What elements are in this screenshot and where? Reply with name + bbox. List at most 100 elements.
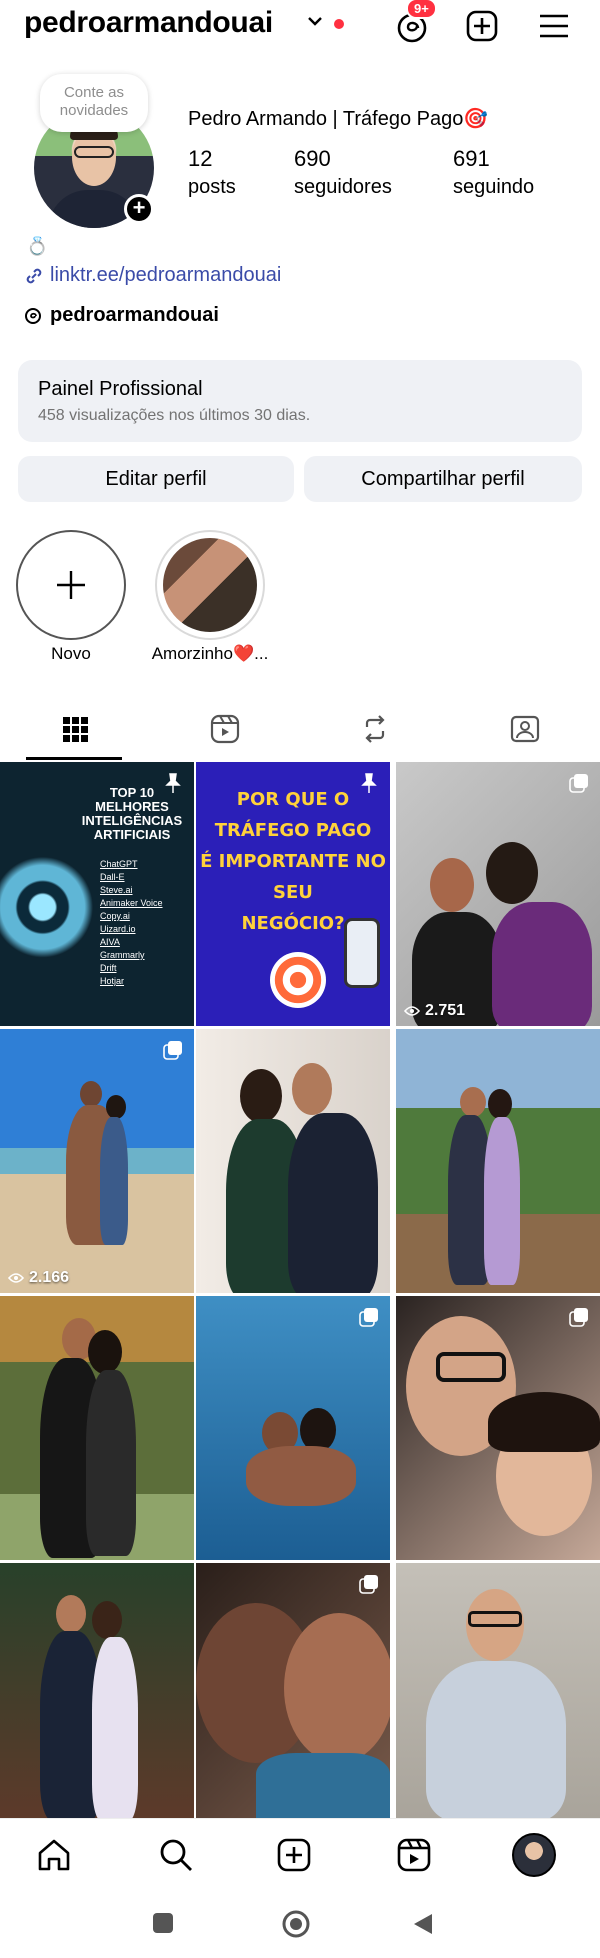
threads-logo-icon bbox=[25, 307, 41, 324]
photo-person bbox=[486, 842, 538, 904]
photo-person bbox=[240, 1069, 282, 1123]
tab-grid[interactable] bbox=[0, 700, 150, 758]
photo-glasses bbox=[436, 1352, 506, 1382]
post-tile[interactable] bbox=[196, 1563, 390, 1818]
active-tab-indicator bbox=[26, 757, 122, 760]
panel-subtitle: 458 visualizações nos últimos 30 dias. bbox=[38, 407, 311, 424]
stat-posts[interactable]: 12 posts bbox=[188, 146, 236, 199]
threads-badge[interactable]: pedroarmandouai bbox=[24, 304, 219, 327]
photo-person bbox=[492, 902, 592, 1026]
carousel-icon bbox=[359, 1308, 378, 1327]
views-count: 2.751 bbox=[404, 1002, 465, 1020]
reels-icon[interactable] bbox=[394, 1835, 434, 1875]
recents-icon[interactable] bbox=[152, 1912, 174, 1934]
target-graphic bbox=[270, 952, 326, 1008]
photo-person bbox=[484, 1117, 520, 1285]
post-tile[interactable] bbox=[0, 1563, 194, 1818]
tagged-icon bbox=[510, 715, 540, 743]
photo-person bbox=[86, 1370, 136, 1556]
post-tile[interactable] bbox=[396, 1029, 600, 1293]
back-icon[interactable] bbox=[412, 1912, 434, 1936]
chevron-down-icon[interactable] bbox=[306, 14, 324, 28]
post-tile[interactable]: POR QUE O TRÁFEGO PAGO É IMPORTANTE NO S… bbox=[196, 762, 390, 1026]
photo-person bbox=[284, 1613, 390, 1763]
photo-glasses bbox=[468, 1611, 522, 1627]
photo-towel bbox=[256, 1753, 390, 1818]
stat-value: 691 bbox=[453, 146, 490, 171]
carousel-icon bbox=[569, 1308, 588, 1327]
tab-reels[interactable] bbox=[150, 700, 300, 758]
stat-following[interactable]: 691 seguindo bbox=[453, 146, 534, 199]
photo-person bbox=[80, 1081, 102, 1107]
photo-person bbox=[488, 1089, 512, 1119]
profile-avatar[interactable] bbox=[512, 1833, 556, 1877]
post-tile[interactable] bbox=[196, 1029, 390, 1293]
post-tile[interactable] bbox=[396, 1296, 600, 1560]
avatar-glasses bbox=[74, 146, 114, 158]
highlight-amorzinho[interactable] bbox=[155, 530, 265, 640]
new-highlight-button[interactable] bbox=[16, 530, 126, 640]
menu-icon[interactable] bbox=[534, 6, 574, 46]
add-story-icon[interactable]: + bbox=[124, 194, 154, 224]
notification-dot bbox=[334, 19, 344, 29]
carousel-icon bbox=[359, 1575, 378, 1594]
photo-person bbox=[430, 858, 474, 912]
reposts-icon bbox=[365, 715, 385, 743]
carousel-icon bbox=[569, 774, 588, 793]
photo-hair bbox=[488, 1392, 600, 1452]
photo-person bbox=[88, 1330, 122, 1374]
photo-person bbox=[292, 1063, 332, 1115]
create-icon[interactable] bbox=[462, 6, 502, 46]
carousel-icon bbox=[163, 1041, 182, 1060]
stat-value: 690 bbox=[294, 146, 331, 171]
bio-link-text: linktr.ee/pedroarmandouai bbox=[50, 264, 282, 286]
post-tile[interactable] bbox=[396, 1563, 600, 1818]
tab-tagged[interactable] bbox=[450, 700, 600, 758]
post-tile[interactable] bbox=[0, 1296, 194, 1560]
post-headline: TOP 10 MELHORES INTELIGÊNCIAS ARTIFICIAI… bbox=[81, 785, 183, 842]
home-button-icon[interactable] bbox=[281, 1909, 311, 1939]
eye-icon bbox=[8, 1273, 24, 1283]
phone-graphic bbox=[344, 918, 380, 988]
professional-dashboard[interactable]: Painel Profissional 458 visualizações no… bbox=[18, 360, 582, 442]
post-headline: POR QUE O TRÁFEGO PAGO É IMPORTANTE NO S… bbox=[200, 789, 386, 934]
notification-badge: 9+ bbox=[406, 0, 437, 19]
edit-profile-button[interactable]: Editar perfil bbox=[18, 456, 294, 502]
highlight-label: Amorzinho❤️... bbox=[151, 644, 269, 663]
post-ai-list: ChatGPT Dall-E Steve.ai Animaker Voice Copy… bbox=[100, 859, 163, 986]
stat-label: seguidores bbox=[294, 176, 392, 198]
stat-label: seguindo bbox=[453, 176, 535, 198]
highlight-label: Novo bbox=[51, 644, 91, 663]
post-tile[interactable]: TOP 10 MELHORES INTELIGÊNCIAS ARTIFICIAI… bbox=[0, 762, 194, 1026]
create-icon[interactable] bbox=[274, 1835, 314, 1875]
highlight-cover bbox=[163, 538, 257, 632]
photo-person bbox=[288, 1113, 378, 1293]
username-switcher[interactable]: pedroarmandouai bbox=[24, 6, 273, 40]
eye-icon bbox=[404, 1006, 420, 1016]
post-tile[interactable]: 2.166 bbox=[0, 1029, 194, 1293]
reels-icon bbox=[210, 714, 240, 744]
photo-person bbox=[426, 1661, 566, 1818]
photo-person bbox=[246, 1446, 356, 1506]
tab-reposts[interactable] bbox=[300, 700, 450, 758]
display-name: Pedro Armando | Tráfego Pago🎯 bbox=[188, 108, 489, 130]
plus-icon bbox=[57, 571, 85, 599]
post-tile[interactable] bbox=[196, 1296, 390, 1560]
top-bar: pedroarmandouai 9+ bbox=[0, 0, 600, 56]
stat-followers[interactable]: 690 seguidores bbox=[294, 146, 392, 199]
stat-label: posts bbox=[188, 176, 236, 198]
profile-tabs bbox=[0, 700, 600, 760]
panel-title: Painel Profissional bbox=[38, 378, 203, 400]
photo-person bbox=[92, 1637, 138, 1818]
photo-person bbox=[56, 1595, 86, 1633]
photo-person bbox=[460, 1087, 486, 1117]
views-count: 2.166 bbox=[8, 1269, 69, 1287]
bio-link[interactable]: linktr.ee/pedroarmandouai bbox=[24, 264, 281, 287]
post-tile[interactable]: 2.751 bbox=[396, 762, 600, 1026]
note-bubble[interactable]: Conte as novidades bbox=[40, 74, 148, 132]
home-icon[interactable] bbox=[34, 1835, 74, 1875]
photo-person bbox=[106, 1095, 126, 1119]
threads-handle: pedroarmandouai bbox=[50, 304, 219, 326]
search-icon[interactable] bbox=[156, 1835, 196, 1875]
share-profile-button[interactable]: Compartilhar perfil bbox=[304, 456, 582, 502]
